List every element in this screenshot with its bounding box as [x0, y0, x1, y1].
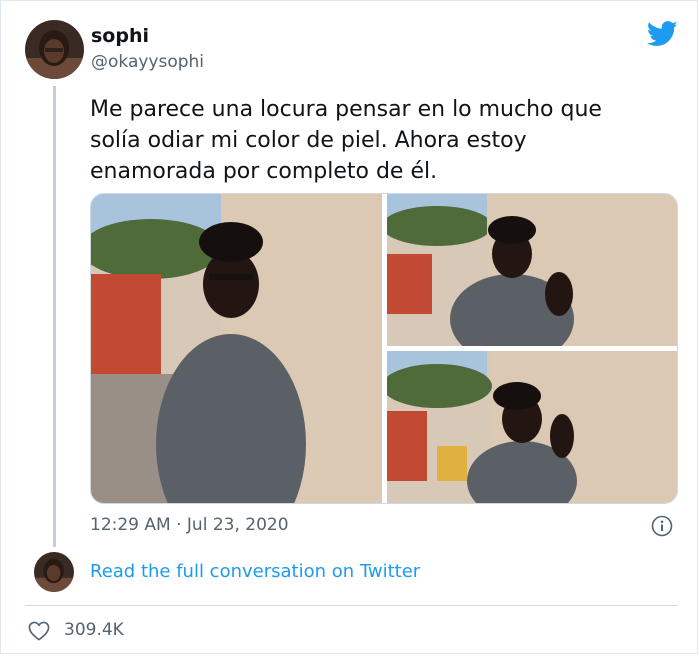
twitter-bird-icon[interactable]	[647, 21, 678, 47]
photo-2[interactable]	[387, 194, 677, 346]
reply-avatar[interactable]	[34, 552, 74, 592]
read-conversation-link[interactable]: Read the full conversation on Twitter	[90, 561, 420, 582]
thread-line	[53, 86, 56, 547]
heart-icon[interactable]	[28, 621, 50, 641]
author-avatar[interactable]	[25, 20, 84, 79]
divider	[25, 605, 678, 606]
like-count[interactable]: 309.4K	[64, 620, 124, 640]
author-name[interactable]: sophi	[91, 25, 149, 47]
tweet-card: sophi @okayysophi Me parece una locura p…	[0, 0, 698, 654]
info-icon[interactable]	[651, 515, 673, 537]
media-grid	[90, 193, 678, 504]
author-handle[interactable]: @okayysophi	[91, 52, 204, 72]
photo-3[interactable]	[387, 351, 677, 503]
tweet-text: Me parece una locura pensar en lo mucho …	[90, 94, 660, 187]
tweet-text-line: Me parece una locura pensar en lo mucho …	[90, 97, 602, 122]
tweet-timestamp[interactable]: 12:29 AM · Jul 23, 2020	[90, 515, 289, 535]
tweet-text-line: enamorada por completo de él.	[90, 159, 438, 184]
tweet-text-line: solía odiar mi color de piel. Ahora esto…	[90, 128, 527, 153]
photo-1[interactable]	[91, 194, 382, 503]
